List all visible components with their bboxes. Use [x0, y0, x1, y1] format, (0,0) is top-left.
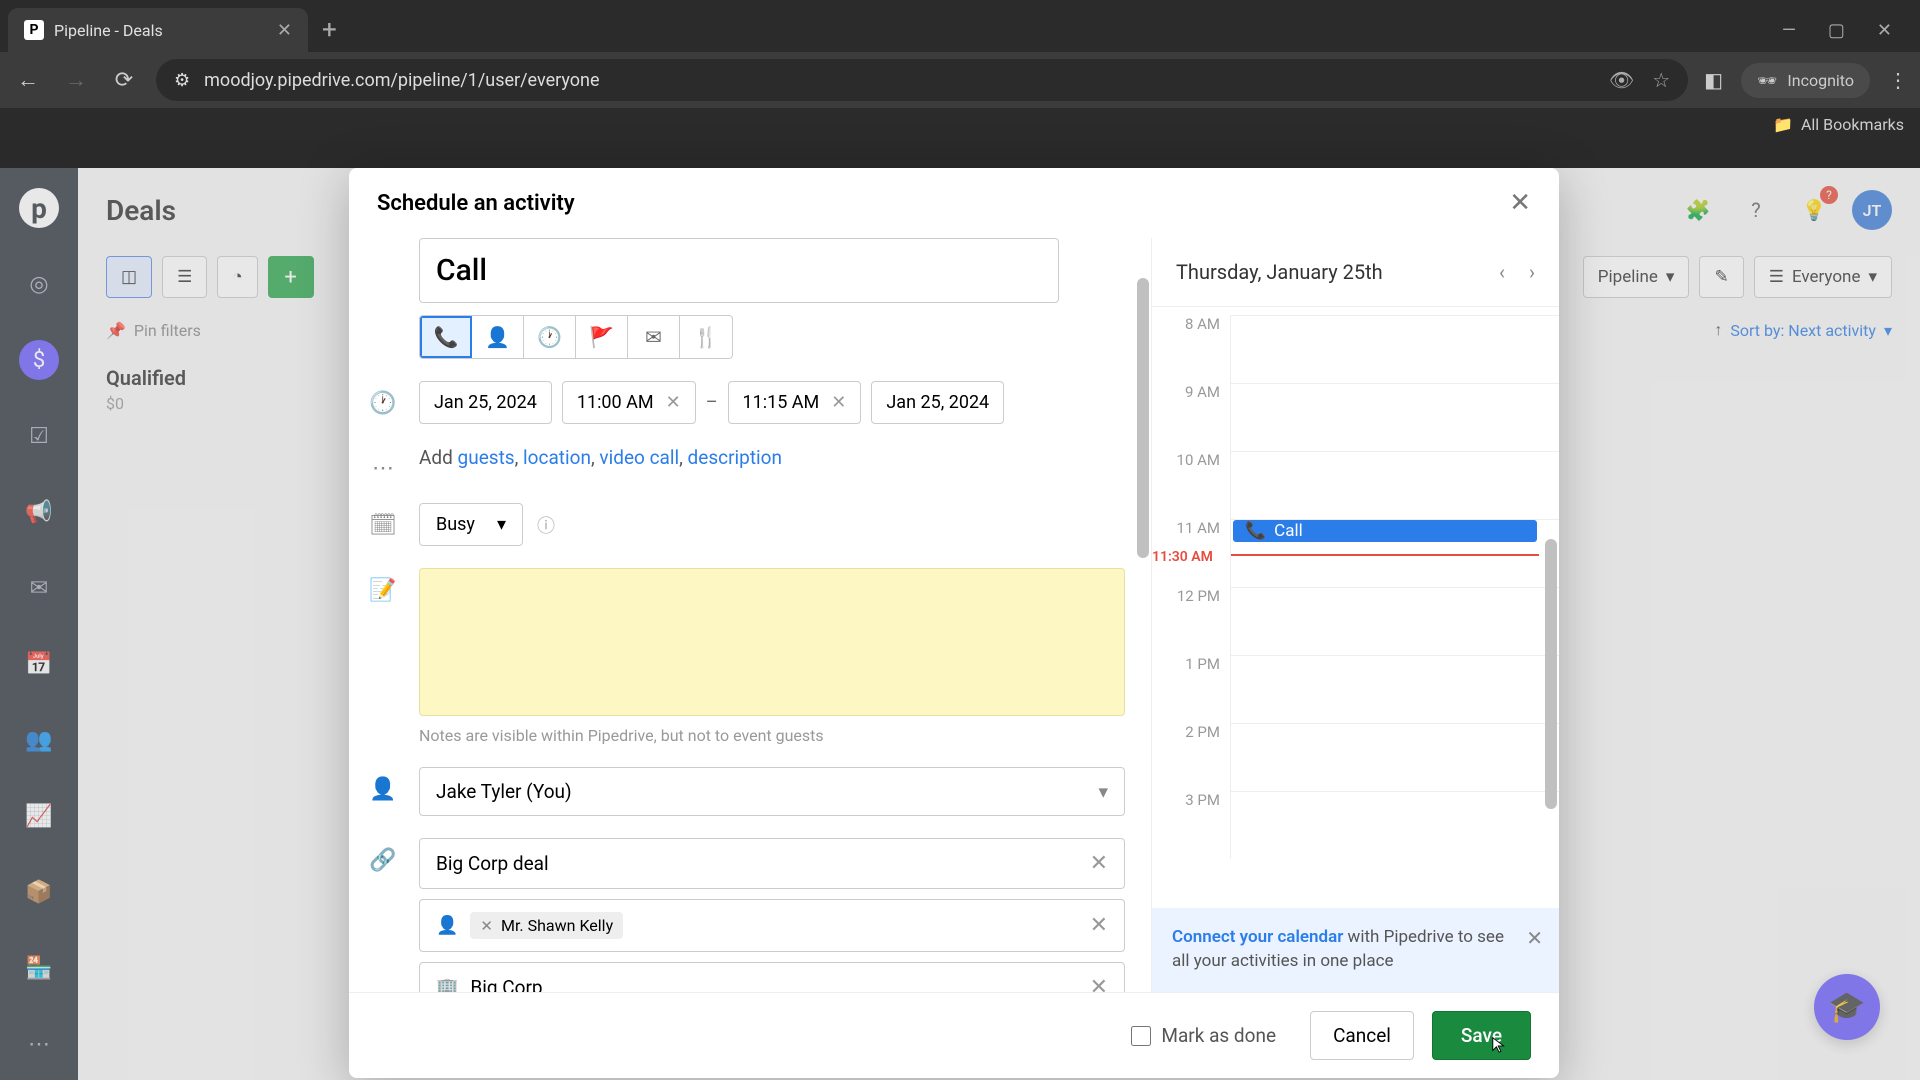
type-meeting-button[interactable]: 👤 — [472, 316, 524, 358]
add-video-call-link[interactable]: video call — [599, 446, 679, 469]
browser-tab[interactable]: P Pipeline - Deals ✕ — [8, 8, 308, 52]
incognito-icon: 🕶 — [1757, 71, 1777, 90]
type-task-button[interactable]: 🕐 — [524, 316, 576, 358]
clear-icon[interactable]: ✕ — [666, 392, 681, 413]
mark-done-checkbox[interactable]: Mark as done — [1131, 1024, 1276, 1047]
clock-icon: 🕐 — [367, 381, 399, 416]
person-input[interactable]: 👤 ✕ Mr. Shawn Kelly ✕ — [419, 899, 1125, 952]
add-location-link[interactable]: location — [523, 446, 591, 469]
person-chip[interactable]: ✕ Mr. Shawn Kelly — [470, 912, 623, 939]
add-fields-row: Add guests, location, video call, descri… — [419, 446, 1125, 469]
call-icon: 📞 — [1245, 521, 1266, 541]
end-date-input[interactable]: Jan 25, 2024 — [871, 381, 1004, 424]
notes-icon: 📝 — [367, 568, 399, 603]
owner-select[interactable]: Jake Tyler (You) ▾ — [419, 767, 1125, 816]
scrollbar-thumb[interactable] — [1545, 539, 1557, 809]
next-day-button[interactable]: › — [1529, 260, 1535, 284]
now-indicator — [1231, 554, 1539, 556]
more-icon[interactable]: ⋯ — [367, 446, 399, 481]
mark-done-input[interactable] — [1131, 1026, 1151, 1046]
time-label: 9 AM — [1152, 383, 1230, 451]
clear-icon[interactable]: ✕ — [1090, 851, 1108, 876]
modal-title: Schedule an activity — [377, 191, 575, 216]
side-panel-icon[interactable]: ◧ — [1704, 68, 1723, 92]
new-tab-button[interactable]: + — [312, 15, 347, 45]
all-bookmarks-link[interactable]: All Bookmarks — [1801, 115, 1904, 134]
type-email-button[interactable]: ✉ — [628, 316, 680, 358]
dash-separator: – — [706, 392, 718, 413]
back-button[interactable]: ← — [12, 67, 44, 93]
type-call-button[interactable]: 📞 — [420, 316, 472, 358]
scrollbar-thumb[interactable] — [1137, 278, 1149, 558]
chevron-down-icon: ▾ — [497, 514, 506, 535]
start-time-input[interactable]: 11:00 AM✕ — [562, 381, 696, 424]
connect-calendar-link[interactable]: Connect your calendar — [1172, 927, 1343, 947]
minimize-icon[interactable]: — — [1782, 20, 1796, 41]
incognito-badge[interactable]: 🕶 Incognito — [1741, 63, 1870, 98]
maximize-icon[interactable]: ▢ — [1828, 20, 1845, 41]
add-guests-link[interactable]: guests — [458, 446, 515, 469]
type-deadline-button[interactable]: 🚩 — [576, 316, 628, 358]
start-date-input[interactable]: Jan 25, 2024 — [419, 381, 552, 424]
person-icon: 👤 — [367, 767, 399, 802]
reload-button[interactable]: ⟳ — [108, 68, 140, 93]
url-bar[interactable]: ⚙ moodjoy.pipedrive.com/pipeline/1/user/… — [156, 59, 1688, 101]
prev-day-button[interactable]: ‹ — [1499, 260, 1505, 284]
building-icon: 🏢 — [436, 977, 458, 992]
clear-icon[interactable]: ✕ — [1090, 913, 1108, 938]
clear-icon[interactable]: ✕ — [1090, 975, 1108, 992]
notes-hint: Notes are visible within Pipedrive, but … — [419, 726, 1125, 745]
hide-icon[interactable]: 👁 — [1609, 68, 1634, 92]
person-icon: 👤 — [436, 915, 458, 936]
org-input[interactable]: 🏢 Big Corp ✕ — [419, 962, 1125, 992]
time-label: 2 PM — [1152, 723, 1230, 791]
time-label: 8 AM — [1152, 315, 1230, 383]
remove-chip-icon[interactable]: ✕ — [480, 917, 493, 935]
menu-icon[interactable]: ⋮ — [1888, 68, 1908, 92]
time-label: 3 PM — [1152, 791, 1230, 859]
add-description-link[interactable]: description — [688, 446, 782, 469]
bookmark-star-icon[interactable]: ☆ — [1652, 68, 1670, 92]
info-icon[interactable]: ⓘ — [537, 512, 555, 538]
notes-textarea[interactable] — [419, 568, 1125, 716]
site-settings-icon[interactable]: ⚙ — [174, 70, 190, 91]
forward-button: → — [60, 67, 92, 93]
deal-input[interactable]: Big Corp deal ✕ — [419, 838, 1125, 889]
time-label: 10 AM — [1152, 451, 1230, 519]
end-time-input[interactable]: 11:15 AM✕ — [728, 381, 862, 424]
time-label: 12 PM — [1152, 587, 1230, 655]
tab-title: Pipeline - Deals — [54, 21, 267, 40]
folder-icon: 📁 — [1773, 115, 1793, 134]
url-text: moodjoy.pipedrive.com/pipeline/1/user/ev… — [204, 70, 599, 91]
calendar-event[interactable]: 📞 Call — [1233, 520, 1537, 542]
save-button[interactable]: Save — [1432, 1011, 1531, 1060]
activity-title-input[interactable]: Call — [419, 238, 1059, 303]
chevron-down-icon: ▾ — [1098, 780, 1108, 803]
cancel-button[interactable]: Cancel — [1310, 1011, 1414, 1060]
calendar-connect-banner: Connect your calendar with Pipedrive to … — [1152, 908, 1559, 992]
tab-favicon: P — [24, 20, 44, 40]
busy-icon: 🗓 — [367, 503, 399, 538]
incognito-label: Incognito — [1787, 71, 1854, 90]
close-window-icon[interactable]: ✕ — [1877, 20, 1892, 41]
time-label: 1 PM — [1152, 655, 1230, 723]
now-time-label: 11:30 AM — [1152, 549, 1213, 565]
link-icon: 🔗 — [367, 838, 399, 873]
close-icon[interactable]: ✕ — [1509, 188, 1531, 218]
calendar-date-label: Thursday, January 25th — [1176, 260, 1383, 284]
clear-icon[interactable]: ✕ — [831, 392, 846, 413]
availability-select[interactable]: Busy ▾ — [419, 503, 523, 546]
tab-close-icon[interactable]: ✕ — [277, 20, 292, 41]
schedule-activity-modal: Schedule an activity ✕ Call 📞 👤 🕐 🚩 — [349, 168, 1559, 1078]
close-banner-icon[interactable]: ✕ — [1526, 924, 1543, 952]
type-lunch-button[interactable]: 🍴 — [680, 316, 732, 358]
